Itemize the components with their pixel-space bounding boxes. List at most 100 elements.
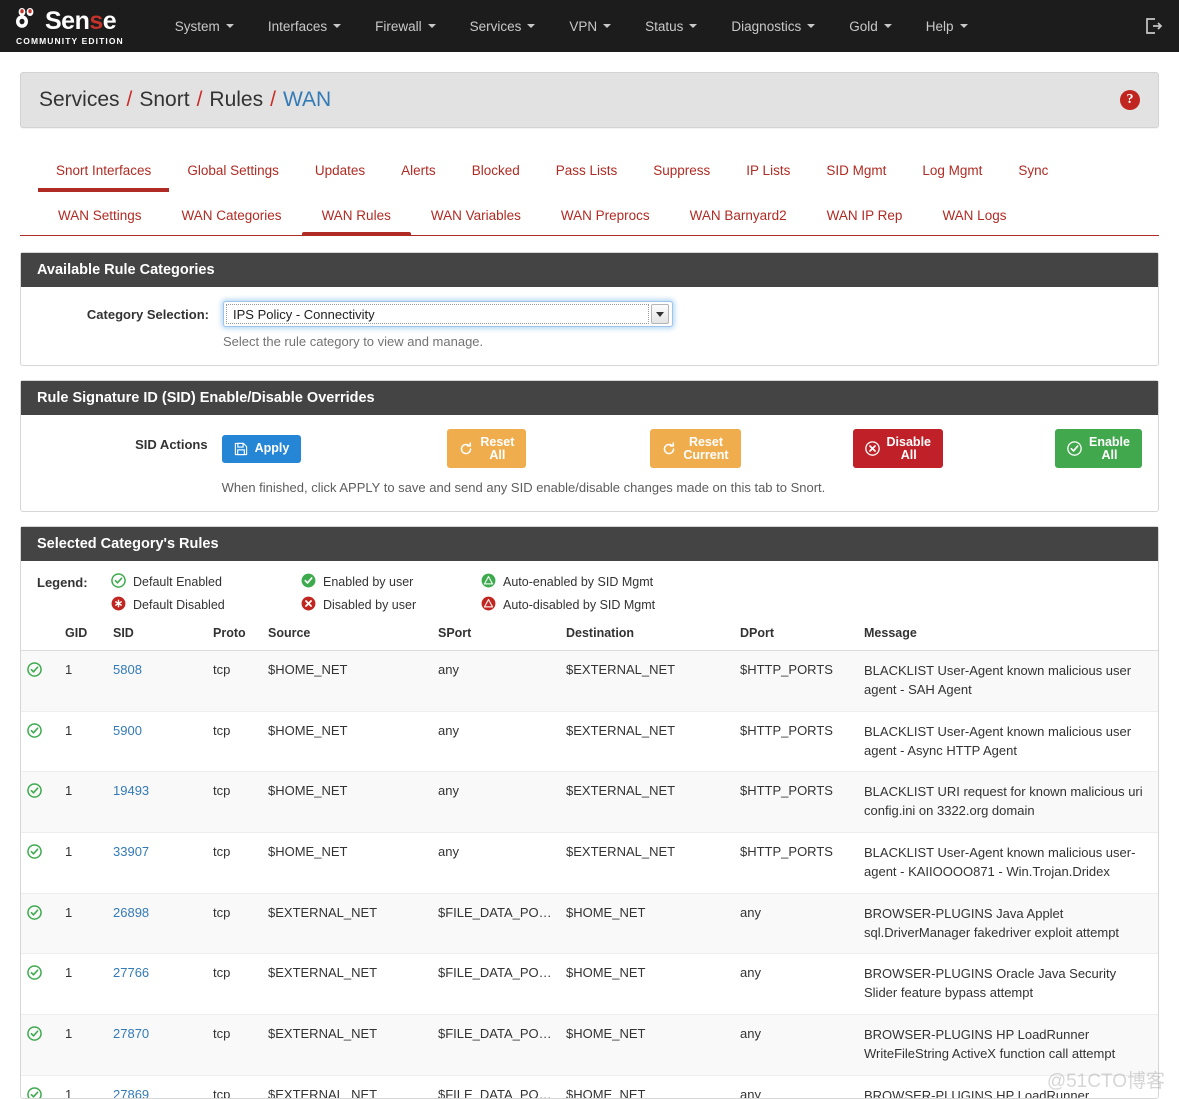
breadcrumb-item-snort[interactable]: Snort — [139, 88, 189, 112]
tab-pass-lists[interactable]: Pass Lists — [538, 163, 636, 192]
th-destination[interactable]: Destination — [560, 618, 734, 651]
row-gid: 1 — [59, 893, 107, 954]
nav-item-gold[interactable]: Gold — [832, 19, 909, 34]
check-circle-outline-green-icon[interactable] — [27, 847, 42, 862]
nav-item-system[interactable]: System — [158, 19, 251, 34]
row-gid: 1 — [59, 1075, 107, 1098]
sid-link[interactable]: 5808 — [113, 662, 142, 677]
table-row[interactable]: 1 27870 tcp $EXTERNAL_NET $FILE_DATA_POR… — [21, 1015, 1158, 1076]
tab-log-mgmt[interactable]: Log Mgmt — [904, 163, 1000, 192]
sid-link[interactable]: 33907 — [113, 844, 149, 859]
nav-item-help[interactable]: Help — [909, 19, 985, 34]
tab-sid-mgmt[interactable]: SID Mgmt — [808, 163, 904, 192]
apply-button[interactable]: Apply — [222, 435, 302, 463]
tab-sync[interactable]: Sync — [1000, 163, 1066, 192]
chevron-down-icon[interactable] — [651, 304, 669, 324]
th-sport[interactable]: SPort — [432, 618, 560, 651]
nav-item-services[interactable]: Services — [453, 19, 553, 34]
tab-blocked[interactable]: Blocked — [454, 163, 538, 192]
th-proto[interactable]: Proto — [207, 618, 262, 651]
row-state-cell[interactable] — [21, 954, 59, 1015]
refresh-icon — [459, 442, 473, 456]
tab-global-settings[interactable]: Global Settings — [169, 163, 297, 192]
row-dport: $HTTP_PORTS — [734, 833, 858, 894]
check-circle-outline-green-icon[interactable] — [27, 665, 42, 680]
tab-ip-lists[interactable]: IP Lists — [728, 163, 808, 192]
row-state-cell[interactable] — [21, 1015, 59, 1076]
chevron-down-icon — [689, 24, 697, 28]
check-circle-outline-green-icon[interactable] — [27, 1029, 42, 1044]
table-row[interactable]: 1 27869 tcp $EXTERNAL_NET $FILE_DATA_POR… — [21, 1075, 1158, 1098]
table-row[interactable]: 1 5808 tcp $HOME_NET any $EXTERNAL_NET $… — [21, 651, 1158, 712]
row-dport: $HTTP_PORTS — [734, 711, 858, 772]
table-row[interactable]: 1 5900 tcp $HOME_NET any $EXTERNAL_NET $… — [21, 711, 1158, 772]
rules-table-scroll[interactable]: GID SID Proto Source SPort Destination D… — [21, 618, 1158, 1098]
pfsense-logo[interactable]: Sense COMMUNITY EDITION — [14, 7, 124, 46]
sid-link[interactable]: 27870 — [113, 1026, 149, 1041]
table-row[interactable]: 1 33907 tcp $HOME_NET any $EXTERNAL_NET … — [21, 833, 1158, 894]
tab-wan-barnyard2[interactable]: WAN Barnyard2 — [670, 208, 807, 235]
row-state-cell[interactable] — [21, 1075, 59, 1098]
nav-item-interfaces[interactable]: Interfaces — [251, 19, 358, 34]
th-source[interactable]: Source — [262, 618, 432, 651]
nav-item-status[interactable]: Status — [628, 19, 714, 34]
row-sport: $FILE_DATA_POR… — [432, 1015, 560, 1076]
enable-all-button[interactable]: Enable All — [1055, 429, 1142, 468]
breadcrumb-item-services[interactable]: Services — [39, 88, 120, 112]
tab-updates[interactable]: Updates — [297, 163, 383, 192]
tab-alerts[interactable]: Alerts — [383, 163, 454, 192]
check-circle-outline-green-icon[interactable] — [27, 1090, 42, 1098]
th-message[interactable]: Message — [858, 618, 1158, 651]
sid-link[interactable]: 19493 — [113, 783, 149, 798]
help-icon[interactable]: ? — [1120, 90, 1140, 110]
button-label: Apply — [255, 442, 290, 455]
nav-label: VPN — [569, 19, 597, 34]
nav-item-diagnostics[interactable]: Diagnostics — [714, 19, 832, 34]
th-sid[interactable]: SID — [107, 618, 207, 651]
row-state-cell[interactable] — [21, 833, 59, 894]
reset-current-button[interactable]: Reset Current — [650, 429, 740, 468]
check-circle-outline-green-icon[interactable] — [27, 908, 42, 923]
check-circle-outline-green-icon[interactable] — [27, 726, 42, 741]
row-sport-value: $FILE_DATA_POR… — [438, 965, 554, 980]
table-row[interactable]: 1 26898 tcp $EXTERNAL_NET $FILE_DATA_POR… — [21, 893, 1158, 954]
tab-wan-variables[interactable]: WAN Variables — [411, 208, 541, 235]
sid-link[interactable]: 27869 — [113, 1087, 149, 1098]
check-circle-outline-green-icon[interactable] — [27, 786, 42, 801]
tab-snort-interfaces[interactable]: Snort Interfaces — [38, 163, 169, 192]
check-circle-outline-green-icon[interactable] — [27, 968, 42, 983]
tab-wan-logs[interactable]: WAN Logs — [922, 208, 1026, 235]
breadcrumb-item-wan[interactable]: WAN — [283, 88, 331, 112]
row-state-cell[interactable] — [21, 651, 59, 712]
tab-wan-preprocs[interactable]: WAN Preprocs — [541, 208, 670, 235]
th-dport[interactable]: DPort — [734, 618, 858, 651]
table-row[interactable]: 1 27766 tcp $EXTERNAL_NET $FILE_DATA_POR… — [21, 954, 1158, 1015]
sid-link[interactable]: 26898 — [113, 905, 149, 920]
row-state-cell[interactable] — [21, 893, 59, 954]
table-row[interactable]: 1 19493 tcp $HOME_NET any $EXTERNAL_NET … — [21, 772, 1158, 833]
row-state-cell[interactable] — [21, 772, 59, 833]
row-proto: tcp — [207, 711, 262, 772]
tab-wan-rules[interactable]: WAN Rules — [302, 208, 411, 235]
disable-all-button[interactable]: Disable All — [853, 429, 943, 468]
th-gid[interactable]: GID — [59, 618, 107, 651]
nav-item-firewall[interactable]: Firewall — [358, 19, 453, 34]
category-selection-help: Select the rule category to view and man… — [223, 334, 1142, 349]
nav-item-vpn[interactable]: VPN — [552, 19, 628, 34]
chevron-down-icon — [807, 24, 815, 28]
sid-link[interactable]: 5900 — [113, 723, 142, 738]
chevron-down-icon — [884, 24, 892, 28]
logout-icon[interactable] — [1143, 16, 1163, 36]
tab-suppress[interactable]: Suppress — [635, 163, 728, 192]
category-selection-select[interactable]: IPS Policy - Connectivity — [223, 301, 673, 327]
row-source: $EXTERNAL_NET — [262, 954, 432, 1015]
reset-all-button[interactable]: Reset All — [447, 429, 526, 468]
button-label: Disable All — [887, 436, 931, 461]
tab-wan-categories[interactable]: WAN Categories — [162, 208, 302, 235]
tab-wan-settings[interactable]: WAN Settings — [38, 208, 162, 235]
tab-wan-ip-rep[interactable]: WAN IP Rep — [807, 208, 923, 235]
breadcrumb-item-rules[interactable]: Rules — [209, 88, 263, 112]
row-message: BLACKLIST URI request for known maliciou… — [858, 772, 1158, 833]
sid-link[interactable]: 27766 — [113, 965, 149, 980]
row-state-cell[interactable] — [21, 711, 59, 772]
